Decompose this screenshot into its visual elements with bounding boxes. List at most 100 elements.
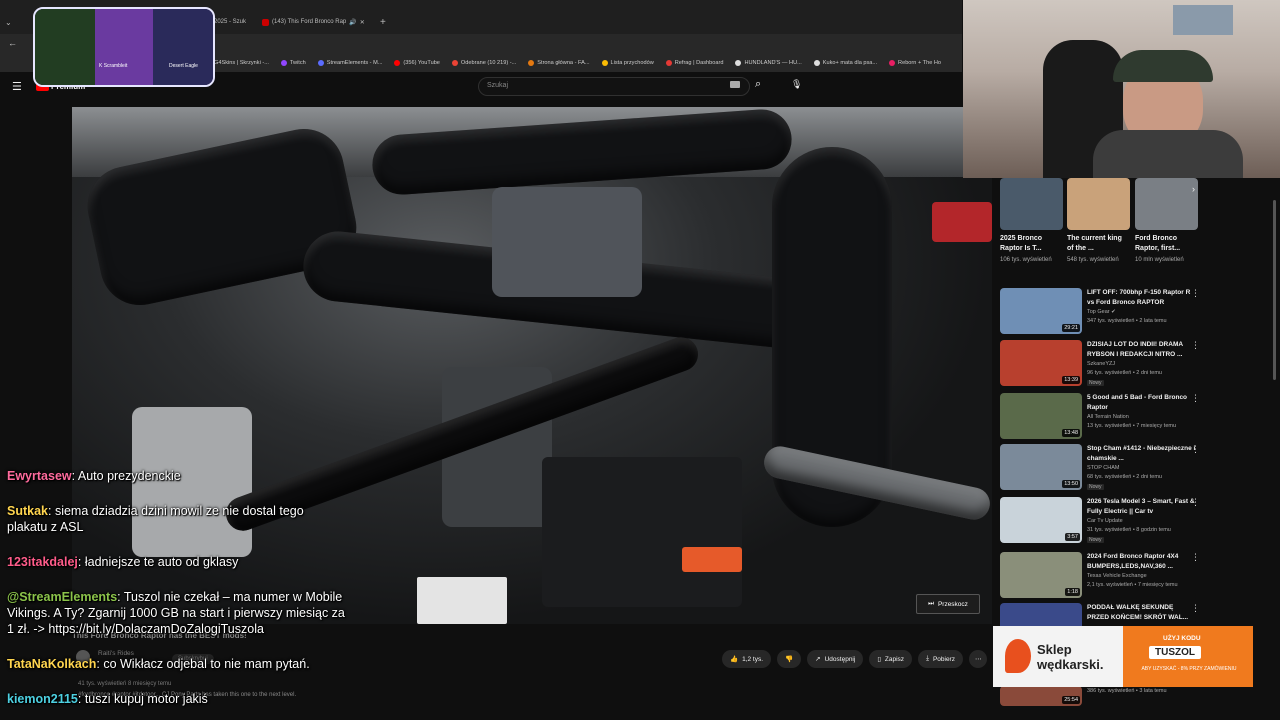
fuse-box	[542, 457, 742, 607]
bookmark[interactable]: Twitch	[280, 60, 306, 66]
promo-panel: UŻYJ KODU TUSZOL ABY UZYSKAĆ - 8% PRZY Z…	[1123, 626, 1253, 687]
bookmark[interactable]: HUNDLAND'S — HU...	[735, 60, 802, 66]
recommendation-item[interactable]: 13:50 Stop Cham #1412 - Niebezpieczne i …	[1000, 444, 1270, 490]
bookmark[interactable]: Refrag | Dashboard	[665, 60, 723, 66]
more-icon[interactable]: ⋮	[1191, 552, 1200, 563]
tab-youtube-active[interactable]: (143) This Ford Bronco Rap 🔊 ✕	[262, 13, 365, 31]
chat-message: TataNaKolkach: co Wikłacz odjebal to nie…	[7, 657, 310, 671]
duration-badge: 1:18	[1065, 588, 1080, 596]
short-thumbnail	[1135, 178, 1198, 230]
chevron-right-icon[interactable]: ›	[1192, 184, 1195, 194]
chat-message: @StreamElements: Tuszol nie czekał – ma …	[7, 590, 345, 636]
recommendation-item[interactable]: 3:57 2026 Tesla Model 3 – Smart, Fast & …	[1000, 497, 1270, 543]
new-tab-button[interactable]: +	[380, 13, 386, 31]
recommendation-title: LIFT OFF: 700bhp F-150 Raptor R vs Ford …	[1087, 289, 1191, 306]
tab-list-icon[interactable]: ⌄	[5, 13, 12, 31]
cap	[1113, 50, 1213, 82]
tab-search[interactable]: 2025 - Szuk	[214, 13, 246, 31]
recommendation-title: 2024 Ford Bronco Raptor 4X4 BUMPERS,LEDS…	[1087, 553, 1179, 570]
view-meta: 68 tys. wyświetleń • 2 dni temu	[1087, 474, 1162, 480]
new-badge: Nowy	[1087, 380, 1104, 386]
bookmark[interactable]: Reborn + The Ho	[889, 60, 941, 66]
short-thumbnail	[1000, 178, 1063, 230]
short-item[interactable]: 2025 Bronco Raptor Is T... 106 tys. wyśw…	[1000, 178, 1063, 265]
microphone-icon[interactable]: 🎙	[791, 79, 802, 90]
save-button[interactable]: ▯ Zapisz	[869, 650, 913, 668]
scrollbar[interactable]	[1273, 200, 1276, 380]
video-thumbnail: 1:18	[1000, 552, 1082, 598]
duration-badge: 25:54	[1062, 696, 1080, 704]
more-icon[interactable]: ⋮	[1191, 288, 1200, 299]
bookmark[interactable]: Odebrane (10 219) -...	[451, 60, 516, 66]
like-button[interactable]: 👍 1,2 tys.	[722, 650, 772, 668]
share-button[interactable]: ↗ Udostępnij	[807, 650, 864, 668]
chat-message: Ewyrtasew: Auto prezydenckie	[7, 469, 181, 483]
more-icon[interactable]: ⋮	[1191, 444, 1200, 455]
video-thumbnail: 3:57	[1000, 497, 1082, 543]
channel-name: Car Tv Update	[1087, 518, 1123, 524]
short-title: 2025 Bronco Raptor Is T...	[1000, 235, 1043, 252]
bookmark[interactable]: StreamElements - M...	[317, 60, 382, 66]
more-icon: ⋯	[974, 656, 982, 663]
short-item[interactable]: Ford Bronco Raptor, first... 10 mln wyśw…	[1135, 178, 1198, 265]
recommendation-item[interactable]: 13:48 5 Good and 5 Bad - Ford Bronco Rap…	[1000, 393, 1270, 439]
red-cap	[932, 202, 992, 242]
recommendation-item[interactable]: 1:18 2024 Ford Bronco Raptor 4X4 BUMPERS…	[1000, 552, 1270, 598]
dislike-button[interactable]: 👎	[777, 650, 802, 668]
tab-label: 2025 - Szuk	[214, 19, 247, 25]
short-thumbnail	[1067, 178, 1130, 230]
more-icon[interactable]: ⋮	[1191, 497, 1200, 508]
new-badge: Nowy	[1087, 484, 1104, 490]
webcam-feed	[963, 0, 1280, 178]
view-meta: 96 tys. wyświetleń • 2 dni temu	[1087, 370, 1162, 376]
recommendation-item[interactable]: 29:21 LIFT OFF: 700bhp F-150 Raptor R vs…	[1000, 288, 1270, 334]
video-player[interactable]: ⏭ Przeskocz	[72, 107, 992, 624]
tab-close-icon[interactable]: ✕	[360, 19, 365, 26]
share-icon: ↗	[815, 656, 821, 663]
search-icon[interactable]: ⌕	[755, 78, 761, 91]
connector-orange	[682, 547, 742, 572]
more-icon[interactable]: ⋮	[1191, 603, 1200, 614]
short-title: The current king of the ...	[1067, 235, 1122, 252]
bookmark[interactable]: Strona główna - FA...	[528, 60, 590, 66]
recommendation-title: PODDAŁ WALKĘ SEKUNDĘ PRZED KOŃCEM! SKRÓT…	[1087, 604, 1189, 621]
warning-label	[417, 577, 507, 624]
view-meta: 386 tys. wyświetleń • 3 lata temu	[1087, 688, 1167, 694]
duration-badge: 13:48	[1062, 429, 1080, 437]
recommendation-item[interactable]: 13:39 DZISIAJ LOT DO INDII! DRAMA RYBSON…	[1000, 340, 1270, 386]
recommendation-title: Stop Cham #1412 - Niebezpieczne i chamsk…	[1087, 445, 1196, 462]
short-views: 106 tys. wyświetleń	[1000, 257, 1052, 263]
sponsor-ad[interactable]: Sklep wędkarski. UŻYJ KODU TUSZOL ABY UZ…	[993, 626, 1253, 687]
recommendation-item[interactable]: 25:54 386 tys. wyświetleń • 3 lata temu	[1000, 686, 1270, 706]
promo-code: TUSZOL	[1149, 646, 1201, 659]
bookmark[interactable]: Lista przychodów	[601, 60, 654, 66]
search-input[interactable]: Szukaj	[478, 77, 750, 96]
ad-brand: Sklep	[1037, 642, 1072, 657]
short-item[interactable]: The current king of the ... 548 tys. wyś…	[1067, 178, 1130, 265]
video-thumbnail: 29:21	[1000, 288, 1082, 334]
keyboard-icon[interactable]	[730, 81, 740, 88]
skip-icon: ⏭	[928, 600, 934, 607]
channel-name: Texas Vehicle Exchange	[1087, 573, 1147, 579]
channel-name: All Terrain Nation	[1087, 414, 1129, 420]
bookmark[interactable]: (356) YouTube	[394, 60, 440, 66]
overlay-label: Desert Eagle	[169, 63, 198, 69]
back-icon[interactable]: ←	[8, 38, 17, 48]
more-icon[interactable]: ⋮	[1191, 340, 1200, 351]
download-button[interactable]: ⤓ Pobierz	[918, 650, 963, 668]
video-thumbnail: 13:50	[1000, 444, 1082, 490]
skip-button[interactable]: ⏭ Przeskocz	[916, 594, 980, 614]
video-thumbnail: 13:48	[1000, 393, 1082, 439]
skin-panel	[95, 9, 153, 85]
more-button[interactable]: ⋯	[968, 650, 988, 668]
more-icon[interactable]: ⋮	[1191, 393, 1200, 404]
action-buttons: 👍 1,2 tys. 👎 ↗ Udostępnij ▯ Zapisz ⤓ Pobierz…	[722, 650, 988, 668]
fish-logo-icon	[1005, 639, 1031, 673]
skin-drop-overlay: K Scrambleit Desert Eagle	[33, 7, 215, 87]
tab-label: (143) This Ford Bronco Rap	[272, 19, 347, 25]
menu-icon[interactable]: ☰	[12, 80, 22, 93]
view-meta: 13 tys. wyświetleń • 7 miesięcy temu	[1087, 423, 1177, 429]
bookmark[interactable]: Kuko+ mata dla psa...	[813, 60, 877, 66]
overlay-label: K Scrambleit	[99, 63, 128, 69]
promo-label: UŻYJ KODU	[1163, 635, 1201, 642]
